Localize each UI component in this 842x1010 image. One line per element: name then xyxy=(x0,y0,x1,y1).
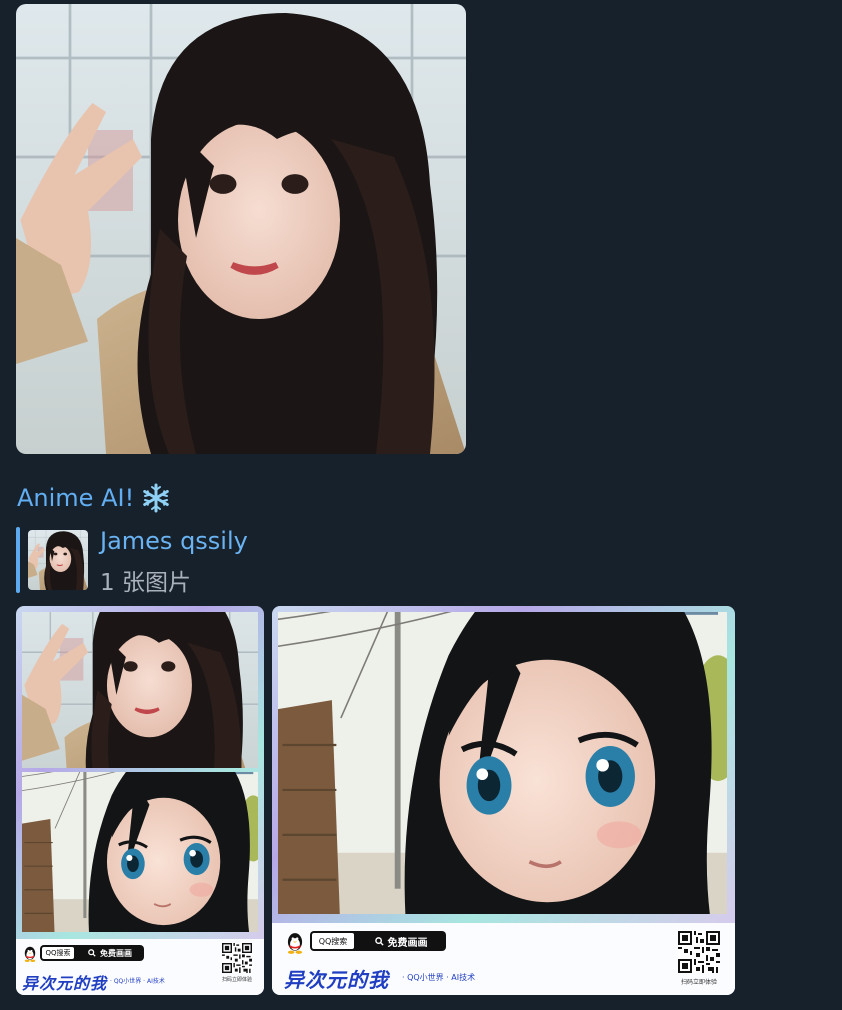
reply-thumbnail xyxy=(28,530,88,590)
qq-penguin-icon xyxy=(22,945,38,963)
pill-button-label: 免费画画 xyxy=(387,937,428,949)
brand-subtitle: · QQ小世界 · AI技术 xyxy=(402,973,476,982)
reply-author: James qssily xyxy=(100,527,248,555)
pill-button: 免费画画 xyxy=(76,948,144,959)
qq-penguin-icon xyxy=(284,931,306,955)
card-footer: QQ搜索 免费画画 异次元的我 · QQ小世界 · AI技术 扫码立即体验 xyxy=(272,923,735,995)
pill-label: QQ搜索 xyxy=(311,932,355,950)
qr-code xyxy=(678,931,720,973)
anime-result-image-large xyxy=(278,612,727,914)
reply-accent-bar xyxy=(16,527,20,593)
qq-search-pill: QQ搜索 免费画画 xyxy=(310,931,446,951)
shared-photo-image xyxy=(16,4,466,454)
qr-label: 扫码立即体验 xyxy=(221,977,252,983)
qr-code xyxy=(222,943,252,973)
brand-title: 异次元的我 xyxy=(22,974,108,993)
pill-button-label: 免费画画 xyxy=(100,948,132,958)
search-icon xyxy=(374,936,384,946)
qr-label: 扫码立即体验 xyxy=(680,979,717,986)
anime-result-image xyxy=(22,772,258,932)
pill-button: 免费画画 xyxy=(356,934,446,949)
reply-quote[interactable]: James qssily 1 张图片 xyxy=(16,527,376,596)
result-card-anime[interactable]: QQ搜索 免费画画 异次元的我 · QQ小世界 · AI技术 扫码立即体验 xyxy=(272,606,735,995)
brand-title: 异次元的我 xyxy=(284,968,389,992)
shared-photo[interactable] xyxy=(16,4,466,454)
card-footer: QQ搜索 免费画画 异次元的我 · QQ小世界 · AI技术 扫码立即体验 xyxy=(16,939,264,995)
brand-subtitle: · QQ小世界 · AI技术 xyxy=(110,978,165,985)
original-photo xyxy=(22,612,258,768)
qq-search-pill: QQ搜索 免费画画 xyxy=(40,945,144,961)
search-icon xyxy=(88,949,96,957)
reply-text: 1 张图片 xyxy=(100,570,191,596)
result-card-comparison[interactable]: QQ搜索 免费画画 异次元的我 · QQ小世界 · AI技术 扫码立即体验 xyxy=(16,606,264,995)
snowflake-icon xyxy=(143,483,169,513)
sender-name: Anime AI! xyxy=(17,484,135,512)
pill-label: QQ搜索 xyxy=(41,946,75,960)
message-sender[interactable]: Anime AI! xyxy=(17,482,172,514)
chat-view: Anime AI! James qssily 1 张图片 QQ搜索 免费画画 异… xyxy=(0,0,842,1010)
